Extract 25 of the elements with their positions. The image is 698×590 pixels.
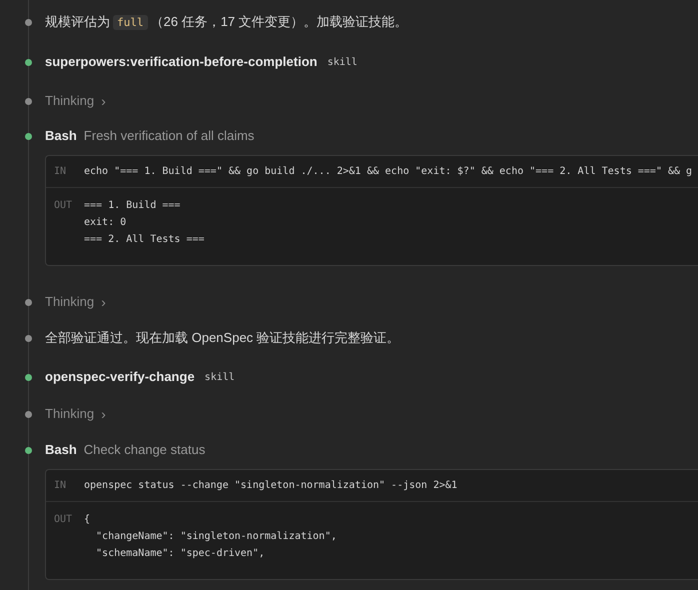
out-label: OUT xyxy=(53,513,74,527)
tool-name: Bash xyxy=(45,441,77,460)
tool-description: Check change status xyxy=(84,441,206,460)
skill-name: openspec-verify-change xyxy=(45,368,195,386)
out-label: OUT xyxy=(53,199,74,213)
output-line: { xyxy=(84,513,92,527)
in-label: IN xyxy=(53,479,68,493)
thinking-toggle[interactable]: Thinking › xyxy=(45,404,106,424)
output-line: "schemaName": "spec-driven", xyxy=(95,547,266,561)
in-label: IN xyxy=(53,165,68,179)
skill-tag: skill xyxy=(327,54,358,70)
output-line: "changeName": "singleton-normalization", xyxy=(95,530,337,544)
skill-tag: skill xyxy=(204,370,235,384)
thinking-toggle[interactable]: Thinking › xyxy=(45,292,106,312)
tool-description: Fresh verification of all claims xyxy=(84,127,254,146)
message-text: 全部验证通过。现在加载 OpenSpec 验证技能进行完整验证。 xyxy=(45,329,400,348)
output-line: === 1. Build === xyxy=(84,199,182,213)
thinking-toggle[interactable]: Thinking › xyxy=(45,90,106,112)
output-line: exit: 0 xyxy=(84,216,128,230)
message-text: 规模评估为 full （26 任务，17 文件变更）。加载验证技能。 xyxy=(45,13,408,32)
skill-name: superpowers:verification-before-completion xyxy=(45,53,318,72)
output-line: === 2. All Tests === xyxy=(84,233,204,247)
command-text: openspec status --change "singleton-normalization" --json 2>&1 xyxy=(84,479,458,493)
tool-name: Bash xyxy=(45,127,77,146)
command-text: echo "=== 1. Build ===" && go build ./... 2>&1 && echo "exit: $?" && echo "=== 2. All Tests ===" && g xyxy=(84,165,692,179)
